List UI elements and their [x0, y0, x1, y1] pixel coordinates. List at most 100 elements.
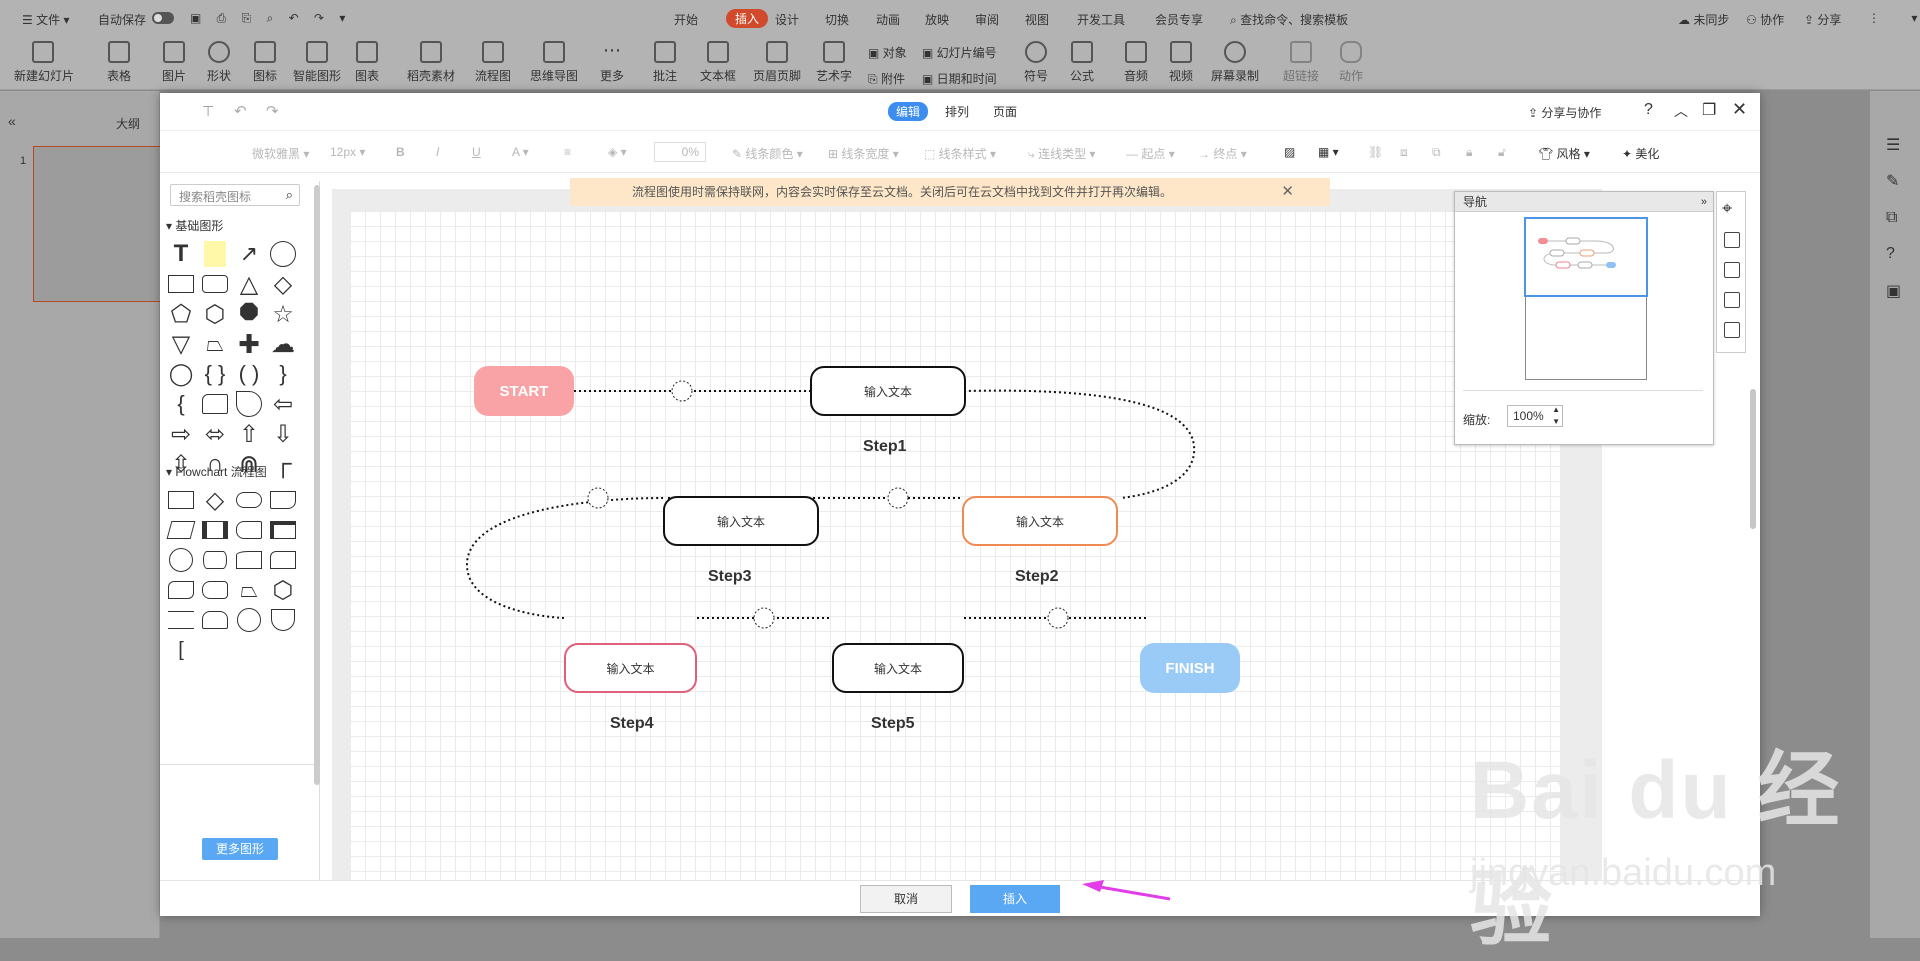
sync-status[interactable]: ☁ 未同步 — [1678, 11, 1729, 28]
format-panel-icon[interactable] — [1724, 232, 1740, 248]
finish-node[interactable]: FINISH — [1140, 643, 1240, 693]
waypoint-handle — [887, 487, 909, 509]
step5-box[interactable]: 输入文本 — [832, 643, 964, 693]
search-icon: ⌕ — [1230, 13, 1237, 27]
screen-record-button[interactable]: 屏幕录制 — [1206, 41, 1264, 84]
properties-icon[interactable]: ☰ — [1886, 135, 1900, 155]
navigator-viewport[interactable] — [1524, 217, 1648, 297]
expand-icon[interactable]: » — [1701, 192, 1707, 212]
step1-box[interactable]: 输入文本 — [810, 366, 966, 416]
step5-label[interactable]: Step5 — [871, 715, 915, 733]
wordart-label: 艺术字 — [815, 69, 852, 83]
header-footer-button[interactable]: 页眉页脚 — [748, 41, 806, 84]
start-node[interactable]: START — [474, 366, 574, 416]
slide-number-button[interactable]: ▣ 幻灯片编号 — [922, 44, 997, 61]
step2-label[interactable]: Step2 — [1015, 568, 1059, 586]
tab-member[interactable]: 会员专享 — [1155, 11, 1203, 28]
zoom-input[interactable]: 100% ▲ ▼ — [1507, 405, 1563, 427]
date-time-button[interactable]: ▣ 日期和时间 — [922, 70, 997, 87]
mindmap-icon — [543, 41, 565, 63]
cancel-button[interactable]: 取消 — [860, 885, 952, 913]
tab-slideshow[interactable]: 放映 — [925, 11, 949, 28]
more-button[interactable]: ⋯ 更多 — [583, 41, 641, 84]
watermark-url: jingyan.baidu.com — [1470, 852, 1777, 894]
tab-transition[interactable]: 切换 — [825, 11, 849, 28]
layers-icon[interactable] — [1724, 292, 1740, 308]
omega-icon — [1025, 41, 1047, 63]
page-icon[interactable] — [1724, 322, 1740, 338]
tab-developer[interactable]: 开发工具 — [1077, 11, 1125, 28]
waypoint-handle — [1047, 607, 1069, 629]
chart-button[interactable]: 图表 — [338, 41, 396, 84]
docer-material-label: 稻壳素材 — [406, 69, 455, 83]
attachment-label: 附件 — [880, 72, 905, 86]
attachment-button[interactable]: ⎘ 附件 — [868, 70, 905, 87]
comment-icon — [654, 41, 676, 63]
insert-button[interactable]: 插入 — [970, 885, 1060, 913]
step2-box[interactable]: 输入文本 — [962, 496, 1118, 546]
box-icon[interactable]: ▣ — [1886, 281, 1901, 301]
docer-material-button[interactable]: 稻壳素材 — [402, 41, 460, 84]
share-button[interactable]: ⇪ 分享 — [1804, 11, 1841, 28]
ribbon: 新建幻灯片 表格 图片 形状 图标 智能图形 图表 稻壳素材 流程图 思维导图 … — [0, 36, 1920, 90]
chart-label: 图表 — [354, 69, 379, 83]
collab-button[interactable]: ⚇ 协作 — [1746, 11, 1784, 28]
menubar: ☰ 文件 ▾ 自动保存 ▣ ⎙ ⎘ ⌕ ↶ ↷ ▾ 开始 插入 设计 切换 动画… — [0, 0, 1920, 36]
cloud-notice-banner: 流程图使用时需保持联网，内容会实时保存至云文档。关闭后可在云文档中找到文件并打开… — [570, 178, 1330, 206]
copy-icon[interactable]: ⧉ — [1886, 209, 1897, 227]
date-time-label: 日期和时间 — [936, 72, 997, 86]
table-icon — [108, 41, 130, 63]
new-slide-button[interactable]: 新建幻灯片 — [14, 41, 75, 84]
help-icon[interactable]: ? — [1886, 245, 1895, 263]
tab-review[interactable]: 审阅 — [975, 11, 999, 28]
zoom-stepper[interactable]: ▲ ▼ — [1552, 404, 1560, 428]
icon-label: 图标 — [252, 69, 277, 83]
connector-step1-step2 — [963, 389, 1196, 499]
object-button[interactable]: ▣ 对象 — [868, 44, 907, 61]
outline-panel-icon[interactable] — [1724, 262, 1740, 278]
autosave-toggle[interactable] — [152, 12, 174, 24]
icon-button[interactable]: 图标 — [236, 41, 294, 84]
tab-insert[interactable]: 插入 — [726, 9, 769, 28]
tab-view[interactable]: 视图 — [1025, 11, 1049, 28]
flowchart-button[interactable]: 流程图 — [464, 41, 522, 84]
action-button[interactable]: 动作 — [1322, 41, 1380, 84]
video-button[interactable]: 视频 — [1152, 41, 1210, 84]
step1-label[interactable]: Step1 — [863, 438, 907, 456]
link-icon — [1290, 41, 1312, 63]
table-button[interactable]: 表格 — [90, 41, 148, 84]
wordart-icon — [823, 41, 845, 63]
slide-thumbnail[interactable] — [33, 146, 163, 302]
tab-design[interactable]: 设计 — [775, 11, 799, 28]
tab-home[interactable]: 开始 — [674, 11, 698, 28]
step4-box[interactable]: 输入文本 — [564, 643, 697, 693]
outline-tab[interactable]: 大纲 — [116, 115, 140, 132]
speaker-icon — [1125, 41, 1147, 63]
wordart-button[interactable]: 艺术字 — [805, 41, 863, 84]
close-icon[interactable]: ✕ — [1281, 178, 1294, 206]
formula-button[interactable]: 公式 — [1053, 41, 1111, 84]
new-slide-label: 新建幻灯片 — [14, 69, 75, 83]
collapse-panel-icon[interactable]: « — [8, 113, 16, 129]
comment-button[interactable]: 批注 — [636, 41, 694, 84]
file-menu[interactable]: ☰ 文件 ▾ — [22, 11, 69, 28]
more-icon: ⋯ — [603, 40, 621, 60]
sync-label: 未同步 — [1693, 13, 1730, 27]
tab-animation[interactable]: 动画 — [876, 11, 900, 28]
quick-access-icons[interactable]: ▣ ⎙ ⎘ ⌕ ↶ ↷ ▾ — [190, 11, 351, 26]
mindmap-button[interactable]: 思维导图 — [525, 41, 583, 84]
textbox-button[interactable]: 文本框 — [689, 41, 747, 84]
share-label: 分享 — [1817, 13, 1842, 27]
connector-step3-step4 — [465, 497, 664, 619]
record-icon — [1224, 41, 1246, 63]
command-search[interactable]: ⌕ 查找命令、搜索模板 — [1230, 11, 1348, 28]
picture-icon — [163, 41, 185, 63]
window-controls[interactable]: ⋮ ▾ — [1868, 11, 1920, 25]
navigator-crosshair-icon[interactable]: ⌖ — [1722, 198, 1732, 219]
step4-label[interactable]: Step4 — [610, 715, 654, 733]
step3-box[interactable]: 输入文本 — [663, 496, 819, 546]
canvas-scrollbar[interactable] — [1750, 389, 1756, 529]
chart-icon — [356, 41, 378, 63]
step3-label[interactable]: Step3 — [708, 568, 752, 586]
pin-icon[interactable]: ✎ — [1886, 171, 1899, 191]
